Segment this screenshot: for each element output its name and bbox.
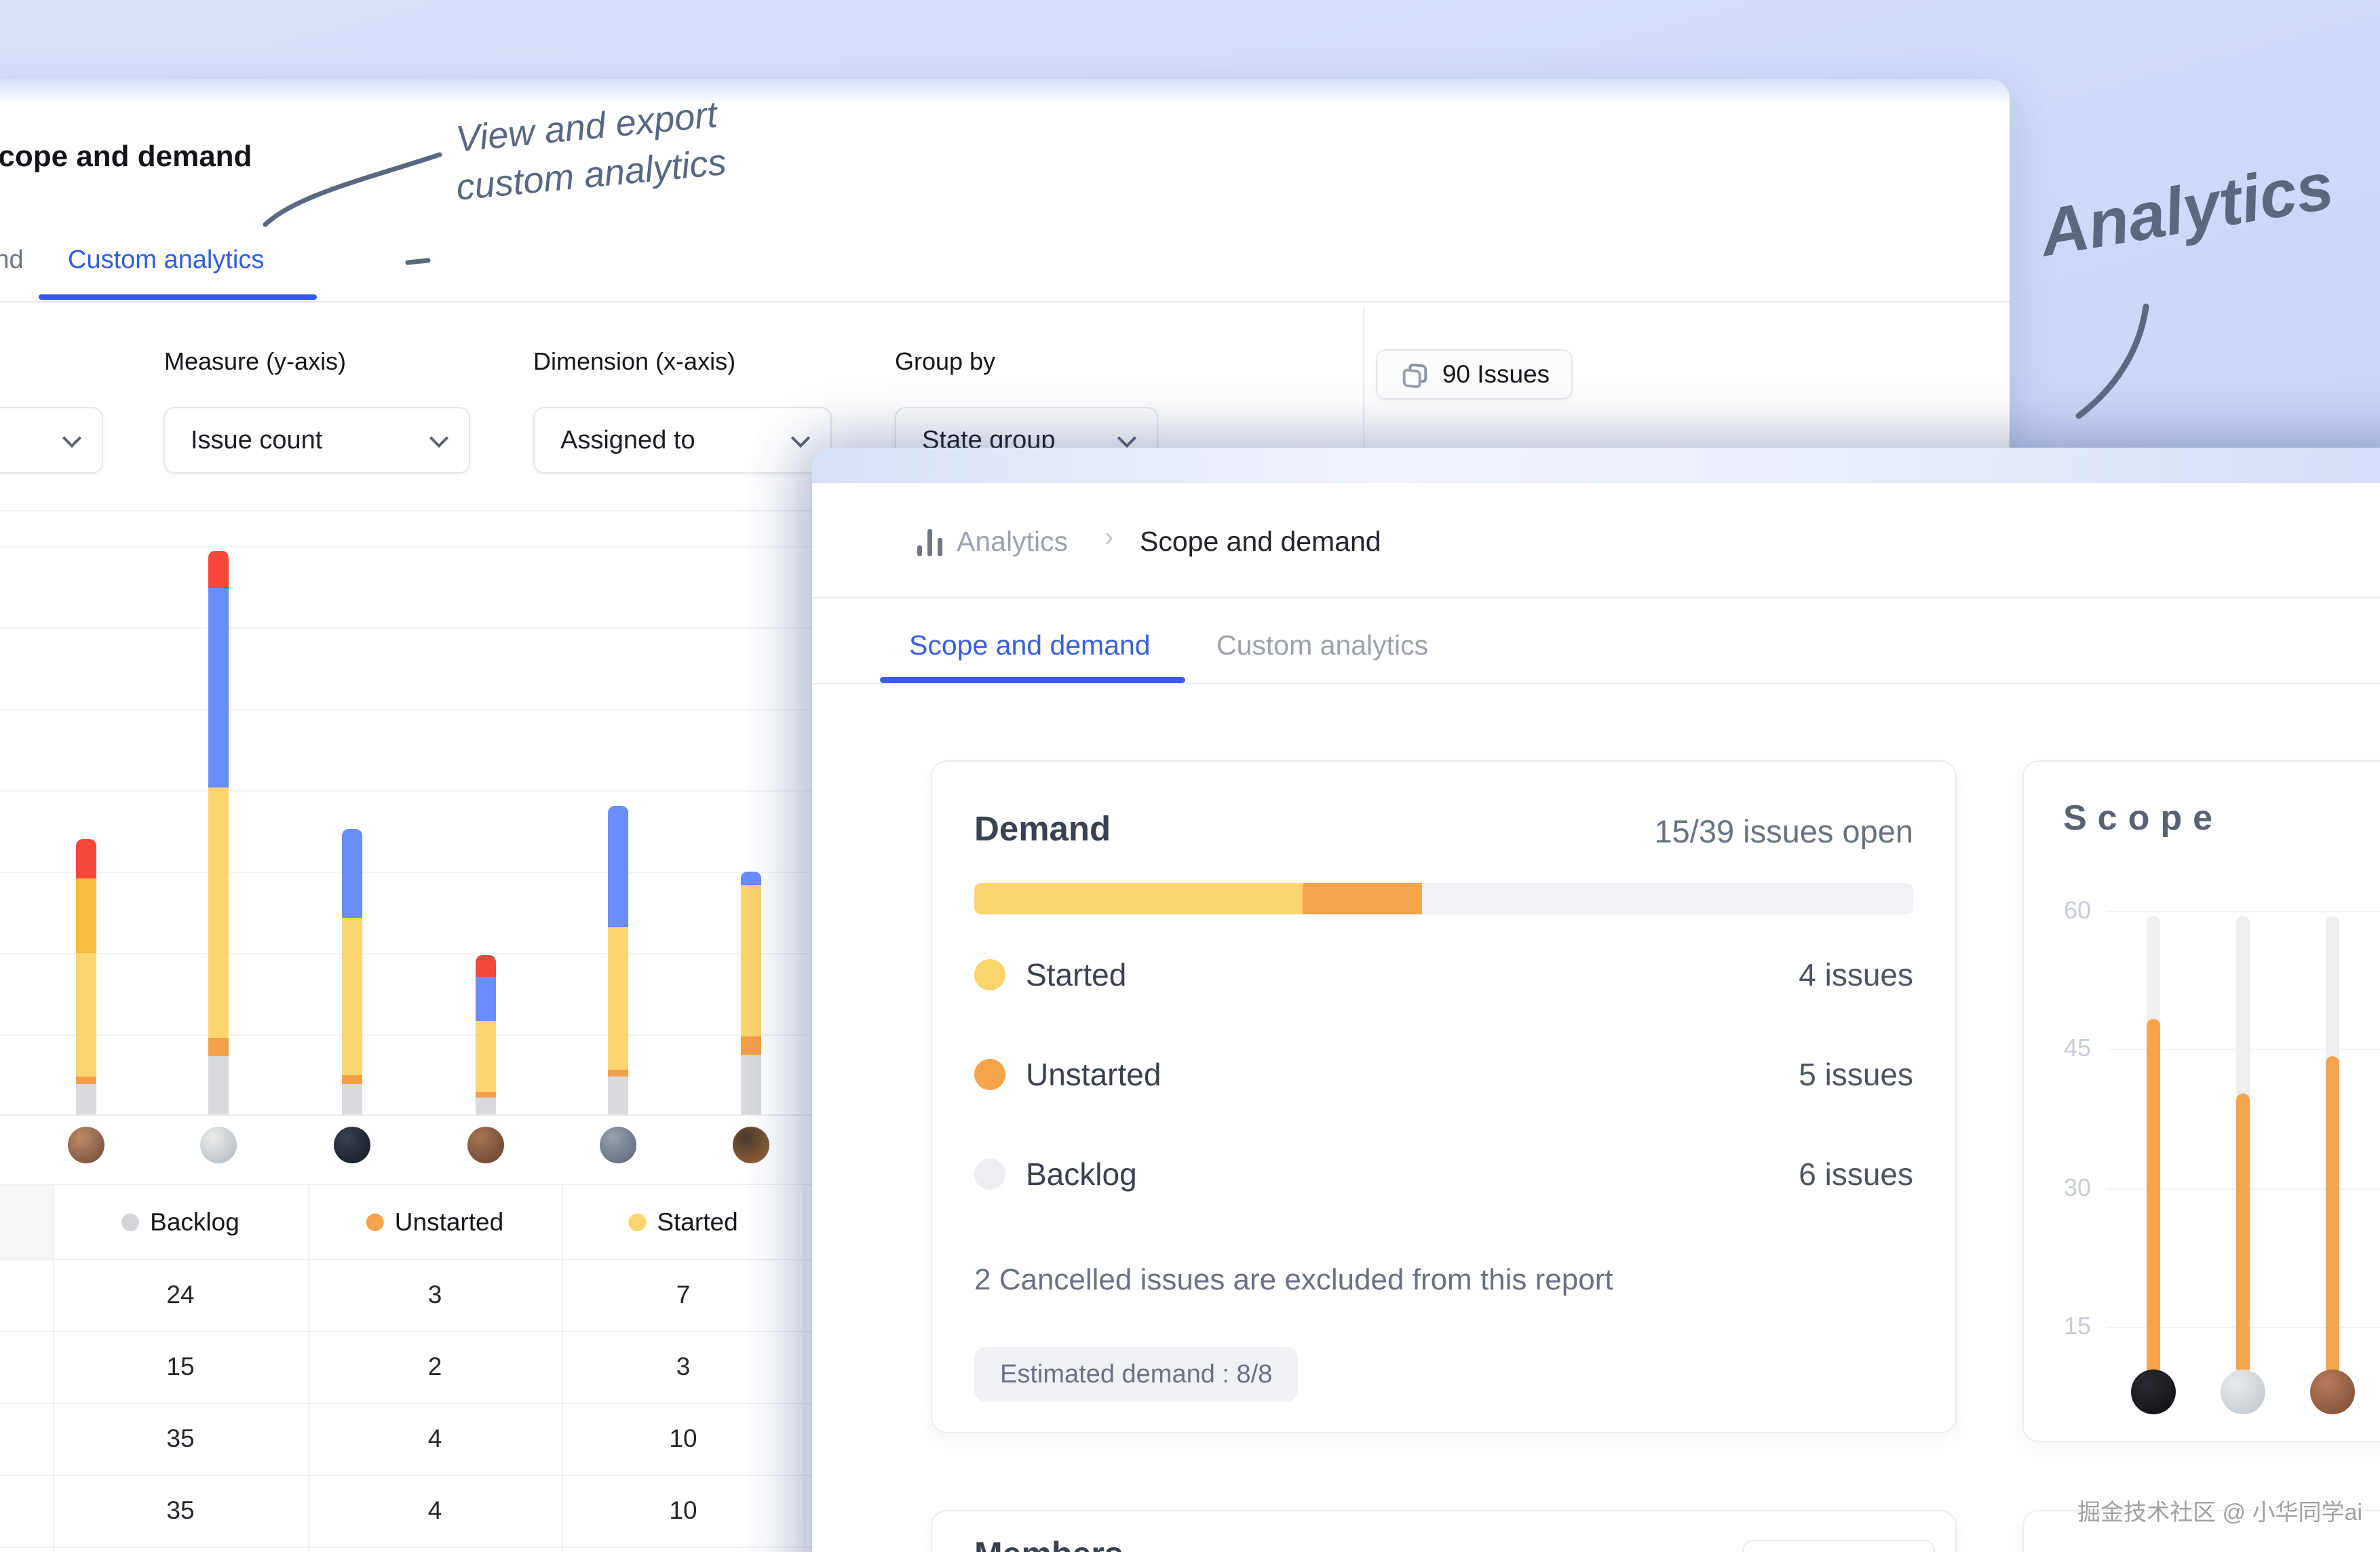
tab-scope-and-demand[interactable]: Scope and demand — [909, 629, 1151, 661]
watermark: 掘金技术社区 @ 小华同学ai — [2077, 1494, 2362, 1527]
status-count: 6 issues — [1799, 1156, 1913, 1192]
avatar — [2221, 1370, 2265, 1414]
scope-bar-progress — [2236, 1093, 2250, 1374]
status-count: 4 issues — [1799, 956, 1913, 993]
progress-started-segment — [974, 883, 1303, 914]
demand-status-row: Started 4 issues — [974, 944, 1913, 1006]
scope-bar-progress — [2326, 1056, 2339, 1374]
partial-card-button[interactable] — [1742, 1540, 1935, 1552]
scope-bar-progress — [2147, 1019, 2160, 1374]
scope-axis-tick: 60 — [2010, 896, 2091, 925]
demand-status-row: Backlog 6 issues — [974, 1143, 1913, 1205]
page: Scope and demand Scope and demand Custom… — [0, 0, 2380, 1552]
status-dot — [974, 959, 1005, 990]
demand-card-title: Demand — [974, 809, 1111, 849]
scope-axis-tick: 30 — [2010, 1173, 2091, 1202]
avatar — [2310, 1370, 2355, 1414]
demand-status-row: Unstarted 5 issues — [974, 1043, 1913, 1106]
breadcrumb-page: Scope and demand — [1140, 526, 1381, 558]
analytics-chart-icon — [917, 529, 947, 556]
status-dot — [974, 1059, 1005, 1090]
scope-axis-tick: 15 — [2010, 1312, 2091, 1340]
status-label: Unstarted — [1026, 1056, 1161, 1093]
progress-unstarted-segment — [1303, 883, 1422, 914]
tabs-divider — [812, 683, 2380, 684]
demand-summary: 15/39 issues open — [1289, 813, 1913, 850]
breadcrumb-analytics[interactable]: Analytics — [957, 526, 1068, 558]
scope-axis-tick: 45 — [2010, 1034, 2091, 1062]
status-dot — [974, 1159, 1005, 1190]
estimated-demand-badge: Estimated demand : 8/8 — [974, 1347, 1298, 1401]
foreground-window-content: Analytics › Scope and demand Scope and d… — [0, 0, 2380, 1552]
scope-card-title: Scope — [2063, 798, 2223, 838]
demand-progress-bar — [974, 883, 1913, 914]
status-count: 5 issues — [1799, 1056, 1913, 1093]
partial-card-title: Members — [974, 1534, 1124, 1552]
status-label: Started — [1026, 956, 1126, 993]
avatar — [2131, 1370, 2176, 1414]
breadcrumb-separator-icon: › — [1105, 522, 1113, 553]
active-tab-underline — [880, 677, 1185, 683]
header-divider — [812, 597, 2380, 598]
cancelled-note: 2 Cancelled issues are excluded from thi… — [974, 1263, 1613, 1297]
tab-custom-analytics[interactable]: Custom analytics — [1216, 629, 1428, 661]
scope-gridline — [2107, 911, 2380, 912]
status-label: Backlog — [1026, 1156, 1137, 1192]
